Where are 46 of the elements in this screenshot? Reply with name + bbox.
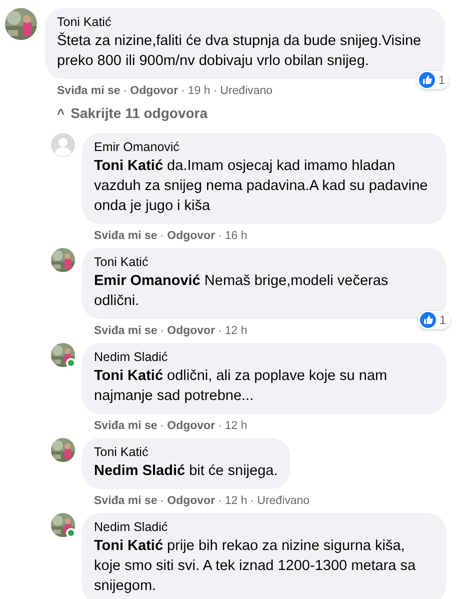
separator: · [213,84,218,99]
separator: · [160,229,164,244]
comment-text: Toni Katić odlični, ali za poplave koje su nam najmanje sad potrebne... [94,367,388,406]
author-name[interactable]: Toni Katić [94,254,434,271]
separator: · [123,84,128,99]
like-link[interactable]: Sviđa mi se [94,228,158,244]
comment-info: Uređivano [220,84,273,99]
separator: · [250,494,254,509]
comment-text: Nedim Sladić bit će snijega. [94,462,278,481]
comment-text: Šteta za nizine,faliti će dva stupnja da bude snijeg.Visine preko 800 ili 900m/nv dobivaju vrlo obilan snijeg. [57,31,422,71]
like-link[interactable]: Sviđa mi se [94,418,158,434]
hide-replies-link[interactable]: ^ Sakrijte 11 odgovora [57,105,208,121]
like-icon [419,72,436,88]
author-name[interactable]: Toni Katić [57,14,433,31]
reply-link[interactable]: Odgovor [167,228,216,244]
comment-text: Toni Katić prije bih rekao za nizine sigurna kiša, koje smo siti svi. A tek iznad 1200-1300 metara sa snijegom. [94,537,417,596]
separator: · [160,419,164,434]
separator: · [218,229,222,244]
author-name[interactable]: Emir Omanović [94,139,434,156]
like-link[interactable]: Sviđa mi se [94,323,158,339]
reply-link[interactable]: Odgovor [130,83,178,99]
separator: · [218,494,222,509]
reply-link[interactable]: Odgovor [167,323,216,339]
author-name[interactable]: Nedim Sladić [94,519,434,536]
like-link[interactable]: Sviđa mi se [94,493,158,509]
reply-link[interactable]: Odgovor [167,418,216,434]
separator: · [160,494,164,509]
reaction-badge[interactable]: 1 [418,311,450,329]
like-icon [420,312,436,328]
comment-info: 16 h [224,229,248,244]
comment-info: 19 h [188,84,210,99]
reaction-badge[interactable]: 1 [417,71,449,89]
comment-info: 12 h [224,324,248,339]
separator: · [218,324,222,339]
comment-text: Toni Katić da.Imam osjecaj kad imamo hladan vazduh za snijeg nema padavina.A kad su padavine onda je jugo i kiša [94,157,429,216]
separator: · [218,419,222,434]
separator: · [181,84,185,99]
comment-text: Emir Omanović Nemaš brige,modeli večeras odlični. [94,272,390,311]
reply-link[interactable]: Odgovor [167,493,216,509]
author-name[interactable]: Toni Katić [94,444,278,461]
like-link[interactable]: Sviđa mi se [57,83,120,99]
separator: · [160,324,164,339]
comment-info: Uređivano [257,494,310,509]
author-name[interactable]: Nedim Sladić [94,349,434,366]
comment-info: 12 h [224,494,248,509]
comment-info: 12 h [224,419,248,434]
